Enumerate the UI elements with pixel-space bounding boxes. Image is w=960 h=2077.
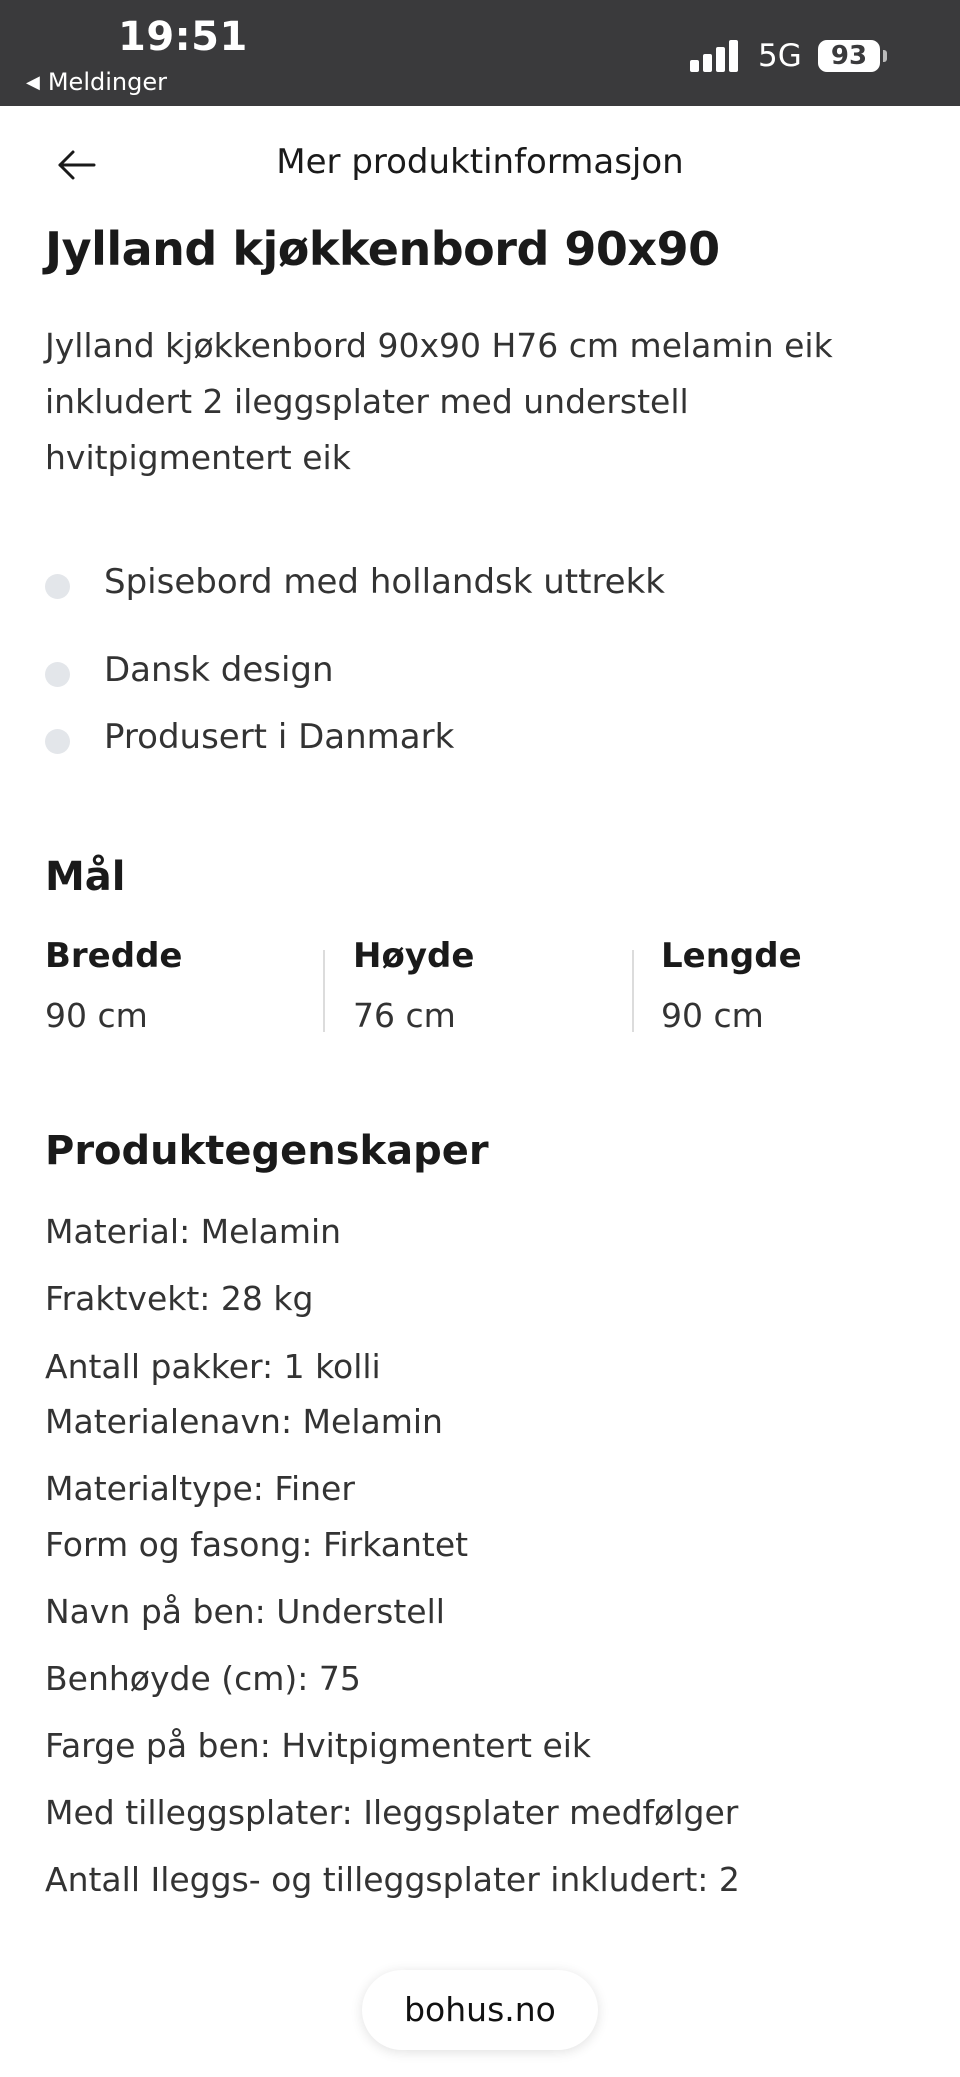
property-item: Material: Melamin: [45, 1212, 342, 1251]
dimension-height: Høyde 76 cm: [353, 936, 653, 1035]
properties-heading: Produktegenskaper: [45, 1128, 489, 1174]
feature-text: Produsert i Danmark: [104, 717, 455, 757]
product-description: Jylland kjøkkenbord 90x90 H76 cm melamin…: [45, 326, 833, 477]
battery-tip: [883, 50, 887, 62]
dimension-label: Høyde: [353, 936, 475, 976]
property-item: Form og fasong: Firkantet: [45, 1525, 469, 1564]
bullet-icon: [45, 729, 70, 754]
status-time: 19:51: [118, 14, 248, 60]
back-app-label: Meldinger: [47, 68, 167, 96]
dimension-length: Lengde 90 cm: [661, 936, 960, 1035]
property-item: Materialtype: Finer: [45, 1469, 355, 1508]
signal-strength-icon: [690, 40, 742, 72]
page-header-title: Mer produktinformasjon: [276, 142, 684, 182]
property-item: Benhøyde (cm): 75: [45, 1659, 361, 1698]
status-bar: 19:51 ◀ Meldinger 5G 93: [0, 0, 960, 106]
dimension-label: Bredde: [45, 936, 183, 976]
browser-url-pill[interactable]: bohus.no: [362, 1970, 598, 2050]
property-item: Navn på ben: Understell: [45, 1592, 445, 1631]
dimension-divider: [632, 950, 634, 1032]
back-to-app-link[interactable]: ◀ Meldinger: [26, 68, 167, 96]
property-item: Med tilleggsplater: Ileggsplater medfølg…: [45, 1793, 739, 1832]
property-item: Farge på ben: Hvitpigmentert eik: [45, 1726, 592, 1765]
feature-text: Spisebord med hollandsk uttrekk: [104, 562, 665, 602]
dimension-divider: [323, 950, 325, 1032]
network-type: 5G: [758, 38, 802, 74]
back-triangle-icon: ◀: [26, 72, 40, 93]
property-item: Materialenavn: Melamin: [45, 1402, 443, 1441]
dimension-value: 90 cm: [45, 996, 148, 1035]
dimension-value: 76 cm: [353, 996, 456, 1035]
property-item: Antall pakker: 1 kolli: [45, 1347, 381, 1386]
dimension-value: 90 cm: [661, 996, 764, 1035]
bullet-icon: [45, 662, 70, 687]
dimension-width: Bredde 90 cm: [45, 936, 345, 1035]
bullet-icon: [45, 574, 70, 599]
dimensions-heading: Mål: [45, 854, 126, 900]
property-item: Antall Ileggs- og tilleggsplater inklude…: [45, 1860, 740, 1899]
product-title: Jylland kjøkkenbord 90x90: [45, 222, 720, 276]
battery-icon: 93: [818, 40, 880, 72]
feature-text: Dansk design: [104, 650, 334, 690]
property-item: Fraktvekt: 28 kg: [45, 1279, 314, 1318]
dimension-label: Lengde: [661, 936, 802, 976]
